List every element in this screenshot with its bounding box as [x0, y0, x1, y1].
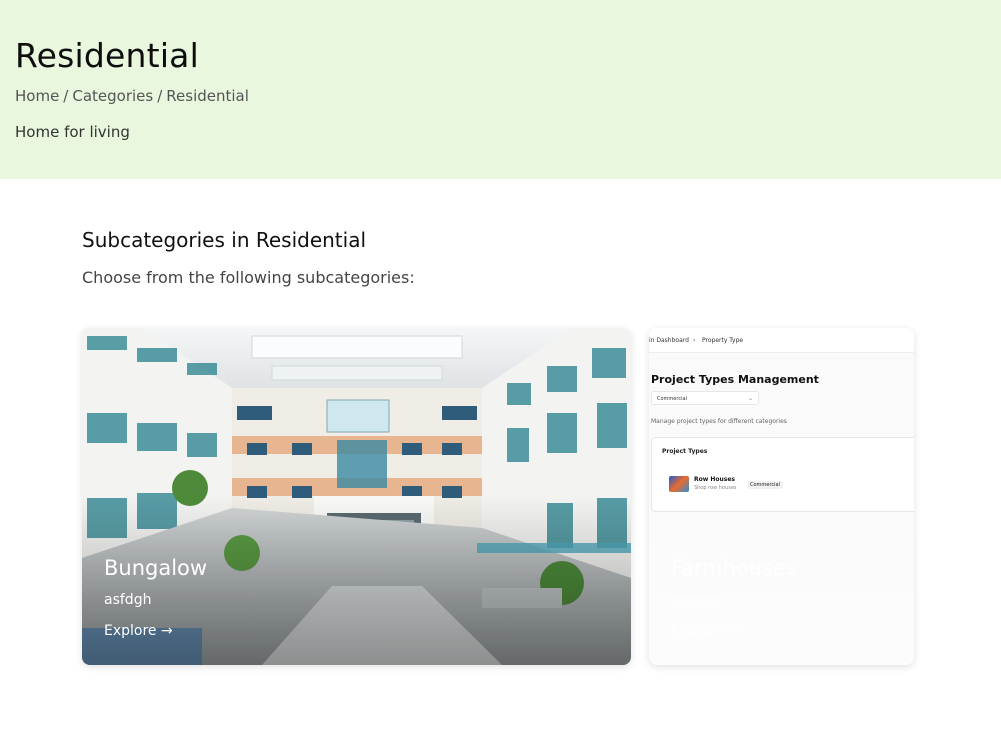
breadcrumb-separator: / — [63, 87, 69, 105]
page-title: Residential — [15, 36, 199, 75]
mini-category-select: Commercial ⌄ — [651, 391, 759, 405]
card-tagline: sdgjhg — [671, 592, 718, 608]
mini-panel-title: Project Types — [662, 448, 708, 455]
explore-link[interactable]: Explore → — [671, 623, 740, 639]
mini-row-badge: Commercial — [747, 481, 783, 489]
subcategory-card-bungalow[interactable]: Bungalow asfdgh Explore → — [82, 328, 631, 665]
card-title[interactable]: Bungalow — [104, 556, 207, 580]
mini-breadcrumb-separator: › — [693, 337, 696, 344]
section-subtitle: Choose from the following subcategories: — [82, 268, 415, 287]
breadcrumb-separator: / — [157, 87, 163, 105]
mini-hint: Manage project types for different categ… — [651, 418, 787, 425]
breadcrumb-home[interactable]: Home — [15, 87, 59, 105]
explore-link[interactable]: Explore → — [104, 623, 173, 639]
category-description: Home for living — [15, 123, 130, 141]
card-image: in Dashboard › Property Type Project Typ… — [649, 328, 914, 518]
mini-breadcrumb: in Dashboard › Property Type — [649, 328, 914, 353]
mini-row-sub: Shop row houses — [694, 485, 737, 491]
breadcrumb-categories[interactable]: Categories — [72, 87, 153, 105]
section-title: Subcategories in Residential — [82, 228, 367, 252]
breadcrumb: Home / Categories / Residential — [15, 87, 249, 105]
chevron-down-icon: ⌄ — [747, 395, 753, 402]
mini-select-value: Commercial — [657, 396, 687, 402]
card-overlay — [649, 495, 914, 665]
breadcrumb-current: Residential — [166, 87, 249, 105]
subcategory-card-farmhouses[interactable]: in Dashboard › Property Type Project Typ… — [649, 328, 914, 665]
card-tagline: asfdgh — [104, 592, 152, 608]
mini-row-name: Row Houses — [694, 476, 736, 483]
card-title[interactable]: Farmhouses — [671, 556, 797, 580]
mini-row-thumbnail — [669, 476, 689, 492]
mini-breadcrumb-root: in Dashboard — [649, 337, 689, 344]
mini-heading: Project Types Management — [651, 373, 819, 386]
mini-breadcrumb-current: Property Type — [702, 337, 744, 344]
page-header: Residential Home / Categories / Residential … — [0, 0, 1001, 179]
card-overlay — [82, 495, 631, 665]
